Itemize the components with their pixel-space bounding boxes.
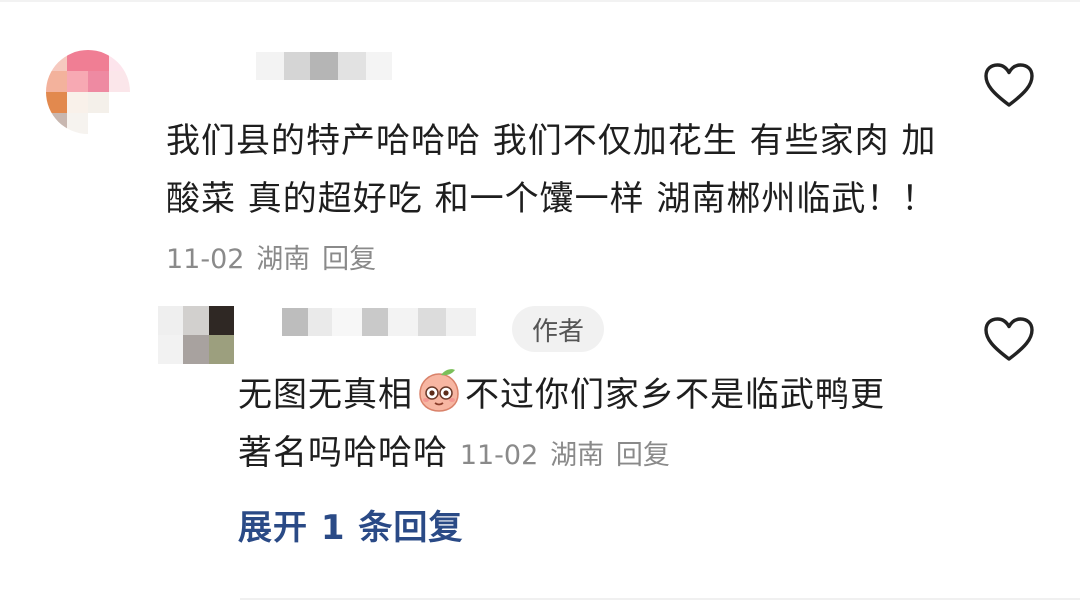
peach-face-emoji-icon: [419, 369, 459, 412]
author-badge: 作者: [512, 306, 604, 352]
bottom-divider: [240, 598, 1080, 600]
comment-date: 11-02: [166, 244, 245, 275]
reply-text: 无图无真相 不过你们家乡不是临武鸭更著名吗哈哈哈 11-02 湖南 回复: [238, 366, 918, 485]
comment-location: 湖南: [256, 244, 311, 275]
reply-body-part1: 无图无真相: [238, 375, 413, 415]
avatar[interactable]: [158, 306, 234, 364]
heart-icon[interactable]: [983, 316, 1035, 362]
comment-text: 我们县的特产哈哈哈 我们不仅加花生 有些家肉 加酸菜 真的超好吃 和一个馕一样 …: [166, 112, 946, 289]
avatar[interactable]: [46, 50, 130, 134]
username[interactable]: [256, 52, 392, 80]
reply-location: 湖南: [550, 440, 605, 471]
comment-body: 我们县的特产哈哈哈 我们不仅加花生 有些家肉 加酸菜 真的超好吃 和一个馕一样 …: [166, 121, 937, 219]
expand-replies-button[interactable]: 展开 1 条回复: [238, 500, 463, 549]
reply-date: 11-02: [459, 440, 539, 471]
reply-link[interactable]: 回复: [616, 440, 670, 471]
heart-icon[interactable]: [983, 62, 1035, 108]
username[interactable]: [282, 308, 476, 336]
reply-link[interactable]: 回复: [322, 244, 376, 275]
top-divider: [0, 0, 1080, 2]
